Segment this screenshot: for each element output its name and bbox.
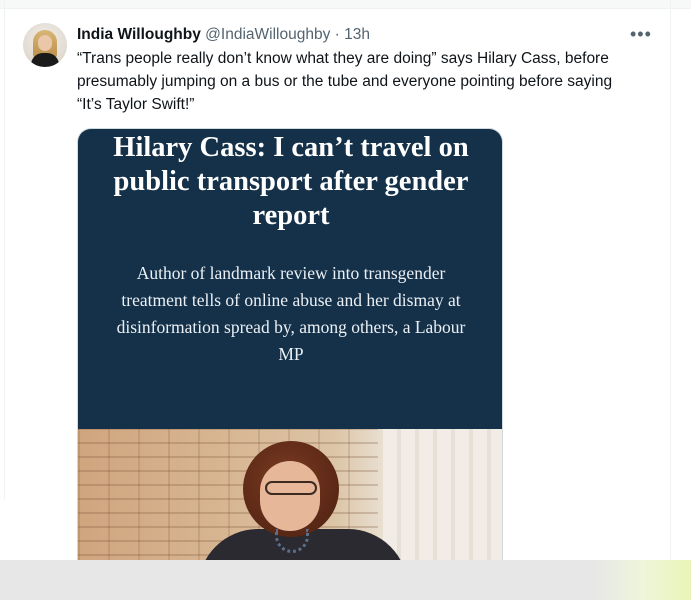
user-handle[interactable]: @IndiaWilloughby [205, 26, 330, 43]
previous-tweet-edge [0, 0, 691, 9]
photo-curtain [383, 429, 502, 569]
photo-face [260, 461, 320, 531]
separator-dot: · [334, 26, 340, 43]
tweet[interactable]: India Willoughby @IndiaWilloughby · 13h … [0, 9, 670, 569]
media-image[interactable]: Hilary Cass: I can’t travel on public tr… [77, 128, 503, 569]
photo-glasses [265, 481, 317, 495]
avatar-body [31, 53, 59, 67]
timeline-right-border [670, 0, 671, 560]
article-headline: Hilary Cass: I can’t travel on public tr… [113, 132, 469, 231]
article-standfirst: Author of landmark review into transgend… [116, 263, 466, 364]
avatar[interactable] [23, 23, 67, 67]
article-photo [78, 429, 502, 569]
more-horizontal-icon[interactable]: ••• [630, 25, 652, 43]
timestamp[interactable]: 13h [344, 26, 370, 43]
tweet-header: India Willoughby @IndiaWilloughby · 13h [77, 24, 370, 46]
bottom-overlay-bar [0, 560, 691, 600]
display-name[interactable]: India Willoughby [77, 26, 201, 43]
avatar-face [38, 35, 52, 51]
tweet-text: “Trans people really don’t know what the… [77, 50, 613, 113]
